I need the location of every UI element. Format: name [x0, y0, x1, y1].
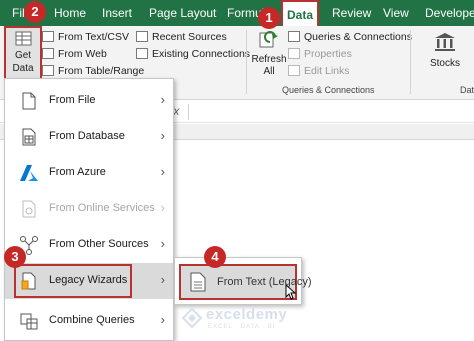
- from-text-csv-label: From Text/CSV: [58, 31, 129, 43]
- recent-sources-button[interactable]: Recent Sources: [136, 29, 227, 45]
- chevron-right-icon: ›: [160, 92, 165, 107]
- menu-item-from-text-legacy[interactable]: From Text (Legacy): [179, 264, 312, 300]
- from-table-range-button[interactable]: From Table/Range: [42, 63, 144, 79]
- table-icon: [42, 65, 54, 76]
- properties-label: Properties: [304, 48, 352, 60]
- chevron-right-icon: ›: [160, 272, 165, 287]
- legacy-wizards-submenu: From Text (Legacy): [174, 257, 312, 305]
- queries-icon: [288, 31, 300, 42]
- ribbon-separator: [246, 30, 247, 94]
- properties-icon: [288, 48, 300, 59]
- queries-connections-button[interactable]: Queries & Connections: [288, 29, 412, 45]
- menu-item-label: From File: [49, 94, 96, 106]
- refresh-label-line1: Refresh: [251, 54, 287, 65]
- tab-insert[interactable]: Insert: [102, 0, 132, 26]
- database-icon: [15, 31, 32, 46]
- queries-connections-label: Queries & Connections: [304, 31, 412, 43]
- edit-links-icon: [288, 65, 300, 76]
- chevron-right-icon: ›: [160, 236, 165, 251]
- step-4-callout: 4: [204, 246, 226, 268]
- from-table-range-label: From Table/Range: [58, 65, 145, 77]
- stocks-button[interactable]: Stocks: [420, 30, 470, 76]
- text-file-icon: [42, 31, 54, 42]
- menu-item-from-other-sources[interactable]: From Other Sources ›: [5, 227, 173, 263]
- stocks-bank-icon: [435, 33, 455, 51]
- from-web-label: From Web: [58, 48, 107, 60]
- formula-bar-divider: [188, 104, 189, 120]
- get-data-label-line2: Data: [12, 63, 34, 74]
- queries-group-label: Queries & Connections: [282, 85, 375, 95]
- refresh-icon: [259, 31, 278, 48]
- edit-links-button[interactable]: Edit Links: [288, 63, 350, 79]
- menu-item-from-online-services[interactable]: From Online Services ›: [5, 191, 173, 227]
- menu-item-from-file[interactable]: From File ›: [5, 83, 173, 119]
- ribbon-tab-bar: File Home Insert Page Layout Formulas Da…: [0, 0, 474, 26]
- existing-connections-icon: [136, 48, 148, 59]
- web-icon: [42, 48, 54, 59]
- chevron-right-icon: ›: [160, 312, 165, 327]
- refresh-label-line2: All: [263, 66, 275, 77]
- existing-connections-button[interactable]: Existing Connections: [136, 46, 250, 62]
- tab-page-layout[interactable]: Page Layout: [149, 0, 216, 26]
- menu-item-from-database[interactable]: From Database ›: [5, 119, 173, 155]
- chevron-right-icon: ›: [160, 164, 165, 179]
- tab-review[interactable]: Review: [332, 0, 371, 26]
- tab-view[interactable]: View: [383, 0, 409, 26]
- exceldemy-logo-icon: [182, 308, 202, 328]
- properties-button[interactable]: Properties: [288, 46, 352, 62]
- step-1-callout: 1: [258, 7, 280, 29]
- stocks-label: Stocks: [429, 58, 460, 69]
- get-data-label-line1: Get: [14, 50, 32, 61]
- refresh-all-button[interactable]: Refresh All: [250, 28, 287, 80]
- combine-queries-icon: [20, 313, 38, 330]
- database-icon: [22, 128, 36, 146]
- legacy-wizards-highlight: [14, 264, 132, 298]
- tab-data[interactable]: Data: [281, 0, 319, 26]
- from-web-button[interactable]: From Web: [42, 46, 107, 62]
- menu-item-label: From Azure: [49, 166, 106, 178]
- azure-icon: [20, 165, 38, 181]
- data-types-group-label: Dat: [460, 85, 474, 95]
- menu-item-label: From Online Services: [49, 202, 155, 214]
- get-data-button[interactable]: Get Data: [4, 26, 42, 80]
- ribbon-separator: [410, 30, 411, 94]
- tab-home[interactable]: Home: [54, 0, 86, 26]
- exceldemy-watermark: exceldemy EXCEL · DATA · BI: [182, 306, 332, 336]
- watermark-tagline: EXCEL · DATA · BI: [208, 324, 276, 330]
- get-data-menu: From File › From Database › From Azure ›…: [4, 78, 174, 341]
- online-services-icon: [22, 200, 36, 218]
- menu-item-label: From Other Sources: [49, 238, 149, 250]
- step-2-callout: 2: [24, 1, 46, 23]
- existing-connections-label: Existing Connections: [152, 48, 251, 60]
- menu-item-label: From Database: [49, 130, 125, 142]
- tab-developer[interactable]: Developer: [425, 0, 474, 26]
- menu-item-label: Combine Queries: [49, 314, 135, 326]
- menu-item-from-azure[interactable]: From Azure ›: [5, 155, 173, 191]
- menu-item-combine-queries[interactable]: Combine Queries ›: [5, 303, 173, 339]
- text-file-icon: [190, 272, 206, 292]
- chevron-right-icon: ›: [160, 200, 165, 215]
- recent-sources-icon: [136, 31, 148, 42]
- file-icon: [22, 92, 36, 110]
- watermark-name: exceldemy: [206, 306, 288, 323]
- recent-sources-label: Recent Sources: [152, 31, 227, 43]
- chevron-right-icon: ›: [160, 128, 165, 143]
- step-3-callout: 3: [4, 246, 26, 268]
- mouse-cursor-icon: [285, 284, 297, 300]
- edit-links-label: Edit Links: [304, 65, 350, 77]
- from-text-csv-button[interactable]: From Text/CSV: [42, 29, 129, 45]
- submenu-item-label: From Text (Legacy): [217, 276, 312, 288]
